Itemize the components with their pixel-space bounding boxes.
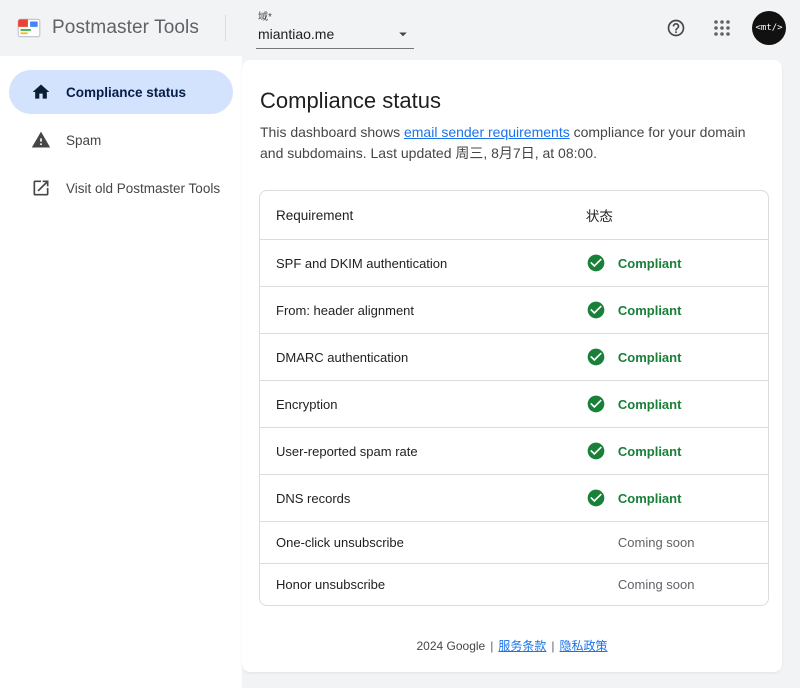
column-header-status: 状态 <box>570 191 768 240</box>
compliant-check-icon <box>586 347 606 367</box>
compliant-check-icon <box>586 488 606 508</box>
compliance-table-wrap: Requirement 状态 SPF and DKIM authenticati… <box>259 190 769 606</box>
status-cell: Compliant <box>586 441 752 461</box>
compliant-check-icon <box>586 441 606 461</box>
app-logo-area: Postmaster Tools <box>16 15 199 41</box>
sidebar-item-label: Visit old Postmaster Tools <box>66 181 220 196</box>
table-row: DMARC authentication Compliant <box>260 334 768 381</box>
apps-grid-icon <box>713 19 731 37</box>
domain-selector[interactable]: 域* miantiao.me <box>256 7 414 49</box>
status-cell: Compliant <box>586 300 752 320</box>
status-label: Compliant <box>618 350 682 365</box>
status-label: Coming soon <box>618 577 695 592</box>
card-footer: 2024 Google | 服务条款 | 隐私政策 <box>242 617 782 658</box>
requirement-cell: One-click unsubscribe <box>260 522 570 564</box>
status-label: Compliant <box>618 397 682 412</box>
status-label: Compliant <box>618 303 682 318</box>
chevron-down-icon <box>394 25 412 43</box>
status-cell: Coming soon <box>586 535 752 550</box>
apps-grid-button[interactable] <box>702 8 742 48</box>
status-cell-container: Compliant <box>570 475 768 522</box>
postmaster-logo-icon <box>16 15 42 41</box>
status-cell: Compliant <box>586 394 752 414</box>
status-cell: Coming soon <box>586 577 752 592</box>
terms-of-service-link[interactable]: 服务条款 <box>498 639 546 653</box>
help-icon <box>666 18 686 38</box>
avatar[interactable]: <mt/> <box>752 11 786 45</box>
status-cell-container: Compliant <box>570 334 768 381</box>
status-cell: Compliant <box>586 253 752 273</box>
main: Compliance status This dashboard shows e… <box>242 56 800 688</box>
requirement-cell: SPF and DKIM authentication <box>260 240 570 287</box>
compliant-check-icon <box>586 394 606 414</box>
page-description: This dashboard shows email sender requir… <box>260 122 764 164</box>
help-button[interactable] <box>656 8 696 48</box>
status-cell-container: Coming soon <box>570 522 768 564</box>
table-row: From: header alignment Compliant <box>260 287 768 334</box>
sidebar-item-visit-old-postmaster-tools[interactable]: Visit old Postmaster Tools <box>9 166 233 210</box>
main-card: Compliance status This dashboard shows e… <box>242 60 782 672</box>
table-row: One-click unsubscribe Coming soon <box>260 522 768 564</box>
email-sender-requirements-link[interactable]: email sender requirements <box>404 124 570 140</box>
status-cell-container: Compliant <box>570 240 768 287</box>
compliance-table: Requirement 状态 SPF and DKIM authenticati… <box>259 190 769 606</box>
footer-separator: | <box>551 639 554 653</box>
header-divider <box>225 15 226 41</box>
top-app-bar: Postmaster Tools 域* miantiao.me <mt/> <box>0 0 800 56</box>
status-label: Compliant <box>618 491 682 506</box>
column-header-requirement: Requirement <box>260 191 570 240</box>
requirement-cell: DMARC authentication <box>260 334 570 381</box>
status-label: Compliant <box>618 444 682 459</box>
status-cell-container: Coming soon <box>570 564 768 605</box>
sidebar-item-compliance-status[interactable]: Compliance status <box>9 70 233 114</box>
sidebar-item-spam[interactable]: Spam <box>9 118 233 162</box>
table-row: User-reported spam rate Compliant <box>260 428 768 475</box>
copyright-text: 2024 Google <box>416 639 485 653</box>
header-actions: <mt/> <box>656 8 786 48</box>
status-label: Coming soon <box>618 535 695 550</box>
status-label: Compliant <box>618 256 682 271</box>
page-title: Compliance status <box>260 88 764 114</box>
compliance-table-body: SPF and DKIM authentication Compliant Fr… <box>260 240 768 605</box>
status-cell-container: Compliant <box>570 381 768 428</box>
status-cell: Compliant <box>586 347 752 367</box>
description-prefix: This dashboard shows <box>260 124 404 140</box>
domain-selector-value: miantiao.me <box>258 26 334 42</box>
requirement-cell: Honor unsubscribe <box>260 564 570 605</box>
table-row: Honor unsubscribe Coming soon <box>260 564 768 605</box>
compliant-check-icon <box>586 300 606 320</box>
sidebar-item-label: Spam <box>66 133 101 148</box>
sidebar-item-label: Compliance status <box>66 85 186 100</box>
domain-selector-label: 域* <box>258 8 412 23</box>
requirement-cell: Encryption <box>260 381 570 428</box>
table-header-row: Requirement 状态 <box>260 191 768 240</box>
table-row: Encryption Compliant <box>260 381 768 428</box>
sidebar: Compliance status Spam Visit old Postmas… <box>0 56 242 688</box>
status-cell-container: Compliant <box>570 287 768 334</box>
table-row: SPF and DKIM authentication Compliant <box>260 240 768 287</box>
status-cell-container: Compliant <box>570 428 768 475</box>
home-icon <box>31 82 51 102</box>
app-title: Postmaster Tools <box>52 17 199 39</box>
privacy-policy-link[interactable]: 隐私政策 <box>559 639 607 653</box>
external-link-icon <box>31 178 51 198</box>
content-area: Compliance status Spam Visit old Postmas… <box>0 56 800 688</box>
requirement-cell: From: header alignment <box>260 287 570 334</box>
status-cell: Compliant <box>586 488 752 508</box>
requirement-cell: User-reported spam rate <box>260 428 570 475</box>
warning-icon <box>31 130 51 150</box>
footer-separator: | <box>490 639 493 653</box>
requirement-cell: DNS records <box>260 475 570 522</box>
compliant-check-icon <box>586 253 606 273</box>
table-row: DNS records Compliant <box>260 475 768 522</box>
